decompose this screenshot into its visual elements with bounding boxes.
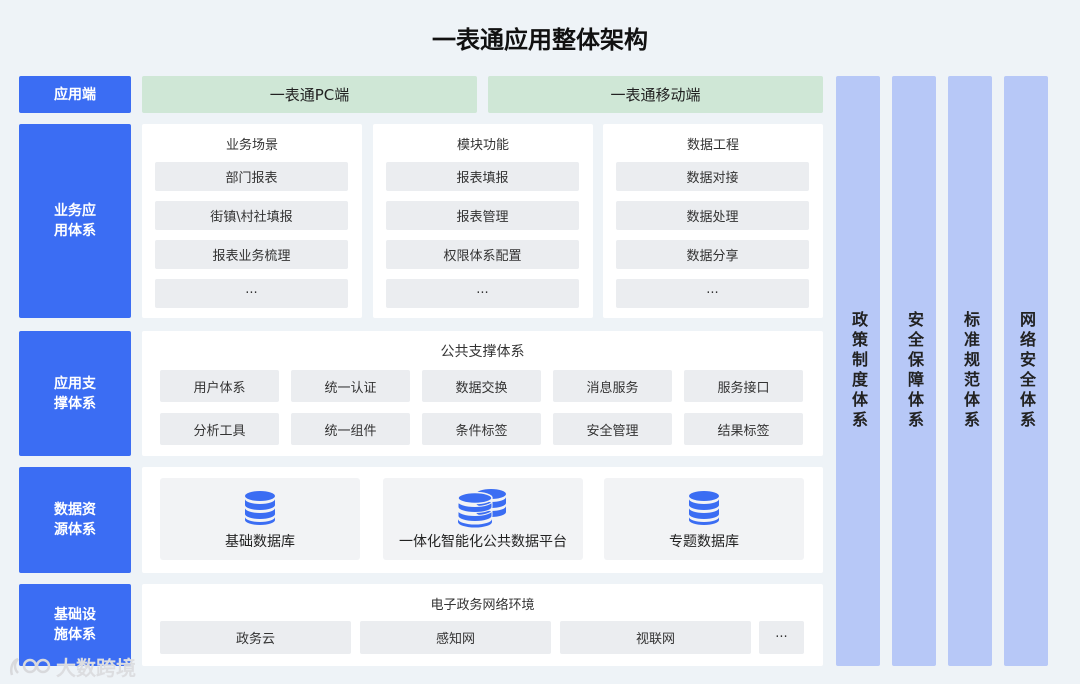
infra-panel: 电子政务网络环境 政务云 感知网 视联网 ··· — [142, 584, 823, 666]
business-item: 街镇\村社填报 — [155, 201, 348, 230]
support-item: 统一组件 — [291, 413, 410, 445]
side-col-standards: 标准规范体系 — [948, 76, 992, 666]
business-item-ellipsis: ··· — [386, 279, 579, 308]
database-stack-icon — [457, 489, 506, 528]
support-item: 用户体系 — [160, 370, 279, 402]
business-item: 数据处理 — [616, 201, 809, 230]
label-business-text: 业务应用体系 — [54, 203, 96, 239]
support-item: 统一认证 — [291, 370, 410, 402]
watermark-text: 大数跨境 — [56, 656, 136, 680]
label-support-text: 应用支撑体系 — [54, 375, 96, 412]
database-icon — [245, 491, 275, 525]
business-col-module: 模块功能 报表填报 报表管理 权限体系配置 ··· — [373, 124, 593, 318]
label-data-text: 数据资源体系 — [54, 502, 96, 538]
label-data: 数据资源体系 — [19, 467, 131, 573]
page-title: 一表通应用整体架构 — [432, 26, 648, 54]
business-col-title: 业务场景 — [225, 138, 278, 153]
data-card-platform: 一体化智能化公共数据平台 — [383, 478, 583, 560]
business-item: 部门报表 — [155, 162, 348, 191]
side-col-text: 网络安全体系 — [1017, 311, 1036, 431]
database-icon — [689, 491, 719, 525]
business-item-ellipsis: ··· — [155, 279, 348, 308]
data-card-label: 基础数据库 — [225, 534, 295, 550]
app-pc-box: 一表通PC端 — [142, 76, 477, 113]
infra-item-ellipsis: ··· — [759, 621, 804, 654]
side-col-text: 安全保障体系 — [905, 311, 924, 431]
support-item: 服务接口 — [684, 370, 803, 402]
business-col-engineering: 数据工程 数据对接 数据处理 数据分享 ··· — [603, 124, 823, 318]
label-app-end: 应用端 — [19, 76, 131, 113]
data-card-basic: 基础数据库 — [160, 478, 360, 560]
infra-item: 感知网 — [360, 621, 551, 654]
business-col-title: 数据工程 — [686, 138, 739, 153]
support-item: 安全管理 — [553, 413, 672, 445]
watermark: 大数跨境 — [8, 652, 136, 681]
label-business: 业务应用体系 — [19, 124, 131, 318]
side-col-security: 安全保障体系 — [892, 76, 936, 666]
watermark-logo-icon — [10, 657, 51, 675]
label-support: 应用支撑体系 — [19, 331, 131, 456]
label-infra-text: 基础设施体系 — [54, 607, 96, 643]
app-mobile-box: 一表通移动端 — [488, 76, 823, 113]
business-col-scenario: 业务场景 部门报表 街镇\村社填报 报表业务梳理 ··· — [142, 124, 362, 318]
business-item-ellipsis: ··· — [616, 279, 809, 308]
support-item: 数据交换 — [422, 370, 541, 402]
business-item: 报表管理 — [386, 201, 579, 230]
side-col-network: 网络安全体系 — [1004, 76, 1048, 666]
business-item: 权限体系配置 — [386, 240, 579, 269]
side-col-text: 政策制度体系 — [849, 311, 868, 431]
side-col-policy: 政策制度体系 — [836, 76, 880, 666]
infra-title: 电子政务网络环境 — [430, 598, 535, 613]
support-item: 分析工具 — [160, 413, 279, 445]
business-item: 报表填报 — [386, 162, 579, 191]
business-item: 报表业务梳理 — [155, 240, 348, 269]
infra-item: 视联网 — [560, 621, 751, 654]
support-panel: 公共支撑体系 用户体系 统一认证 数据交换 消息服务 服务接口 分析工具 统一组… — [142, 331, 823, 456]
business-item: 数据分享 — [616, 240, 809, 269]
support-item: 结果标签 — [684, 413, 803, 445]
data-card-topic: 专题数据库 — [604, 478, 804, 560]
data-card-label: 一体化智能化公共数据平台 — [399, 534, 567, 550]
support-item: 消息服务 — [553, 370, 672, 402]
support-title: 公共支撑体系 — [440, 344, 525, 360]
infra-item: 政务云 — [160, 621, 351, 654]
data-card-label: 专题数据库 — [669, 534, 739, 550]
business-col-title: 模块功能 — [456, 138, 509, 153]
side-col-text: 标准规范体系 — [961, 311, 980, 431]
support-item: 条件标签 — [422, 413, 541, 445]
business-item: 数据对接 — [616, 162, 809, 191]
